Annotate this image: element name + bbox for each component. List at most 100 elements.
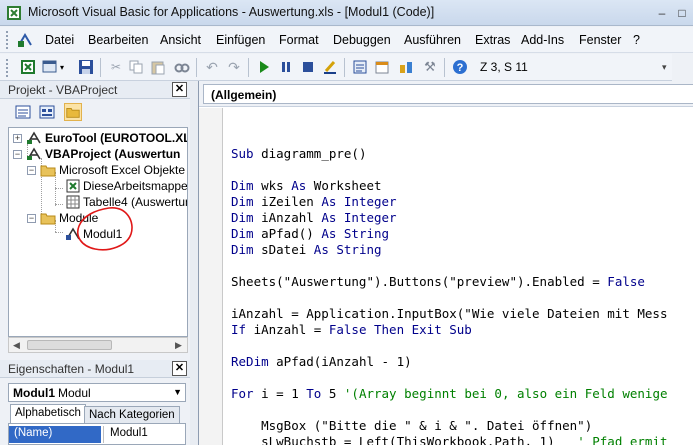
property-value[interactable]: Modul1 [103, 426, 154, 443]
standard-toolbar: ▾ ✂ ↶ ↷ ⚒ ? Z 3, S 11 [0, 54, 672, 81]
collapse-icon[interactable]: − [27, 214, 36, 223]
code-token: Sheets("Auswertung").Buttons("preview").… [231, 274, 608, 289]
code-line[interactable]: Dim aPfad() As String [231, 226, 389, 242]
find-icon[interactable] [174, 59, 190, 75]
object-selector[interactable]: Modul1 Modul ▼ [8, 383, 186, 402]
tab-nach-kategorien[interactable]: Nach Kategorien [84, 406, 180, 423]
code-line[interactable]: Dim iAnzahl As Integer [231, 210, 397, 226]
code-token: aPfad() [261, 226, 322, 241]
code-line[interactable]: For i = 1 To 5 '(Array beginnt bei 0, al… [231, 386, 668, 402]
code-editor[interactable]: Sub diagramm_pre() Dim wks As Worksheet Di… [231, 108, 693, 445]
menu-extras[interactable]: Extras [475, 33, 510, 47]
menu-einfuegen[interactable]: Einfügen [216, 33, 265, 47]
tree-node-eurotool[interactable]: EuroTool (EUROTOOL.XL [45, 130, 187, 146]
code-token: For [231, 386, 262, 401]
run-icon[interactable] [256, 59, 272, 75]
code-line[interactable]: Dim sDatei As String [231, 242, 382, 258]
tree-node-diesearbeitsmappe[interactable]: DieseArbeitsmappe [83, 178, 187, 194]
code-token: sLwBuchstb = Left(ThisWorkbook.Path, 1) [231, 434, 578, 445]
insert-dropdown-icon[interactable]: ▾ [58, 59, 66, 75]
code-token: Dim [231, 194, 262, 209]
menu-fenster[interactable]: Fenster [579, 33, 621, 47]
code-token: 5 [328, 386, 344, 401]
vba-project-icon [27, 131, 41, 144]
code-line[interactable]: Sub diagramm_pre() [231, 146, 366, 162]
close-icon[interactable]: ✕ [172, 361, 187, 376]
pause-icon[interactable] [278, 59, 294, 75]
copy-icon[interactable] [128, 59, 144, 75]
collapse-icon[interactable]: − [27, 166, 36, 175]
toolbox-icon[interactable]: ⚒ [422, 59, 438, 75]
tree-node-vbaproject[interactable]: VBAProject (Auswertun [45, 146, 180, 162]
view-code-icon[interactable] [14, 103, 32, 121]
code-token: sDatei [261, 242, 314, 257]
save-icon[interactable] [78, 59, 94, 75]
red-circle-annotation [77, 207, 133, 251]
project-tree-hscroll[interactable]: ◀ ▶ [8, 337, 188, 353]
code-token: iAnzahl [261, 210, 322, 225]
code-line[interactable]: Dim wks As Worksheet [231, 178, 382, 194]
help-icon[interactable]: ? [452, 59, 468, 75]
close-icon[interactable]: ✕ [172, 82, 187, 97]
chevron-down-icon[interactable]: ▼ [173, 387, 182, 397]
code-token: wks [261, 178, 292, 193]
code-token: MsgBox ("Bitte die " & i & ". Datei öffn… [231, 418, 593, 433]
code-window-icon[interactable] [16, 31, 34, 49]
object-browser-icon[interactable] [398, 59, 414, 75]
undo-icon[interactable]: ↶ [204, 59, 220, 75]
code-window: (Allgemein) Sub diagramm_pre() Dim wks As… [198, 81, 693, 445]
object-name: Modul1 [13, 386, 55, 400]
menu-bearbeiten[interactable]: Bearbeiten [88, 33, 148, 47]
tree-line [55, 204, 63, 205]
code-token: If [231, 322, 254, 337]
insert-module-icon[interactable] [42, 59, 58, 75]
toggle-folders-icon[interactable] [64, 103, 82, 121]
code-line[interactable]: ReDim aPfad(iAnzahl - 1) [231, 354, 412, 370]
project-explorer-header: Projekt - VBAProject ✕ [0, 81, 190, 99]
code-token: Dim [231, 178, 262, 193]
scroll-right-icon[interactable]: ▶ [175, 340, 182, 351]
scroll-left-icon[interactable]: ◀ [13, 340, 20, 351]
paste-icon[interactable] [150, 59, 166, 75]
code-line[interactable]: Sheets("Auswertung").Buttons("preview").… [231, 274, 645, 290]
code-line[interactable]: If iAnzahl = False Then Exit Sub [231, 322, 472, 338]
minimize-icon[interactable]: – [652, 3, 672, 23]
code-line[interactable]: sLwBuchstb = Left(ThisWorkbook.Path, 1) … [231, 434, 667, 445]
design-mode-icon[interactable] [322, 59, 338, 75]
properties-header: Eigenschaften - Modul1 ✕ [0, 360, 190, 378]
tree-line [55, 232, 63, 233]
object-dropdown[interactable]: (Allgemein) [203, 84, 693, 104]
cut-icon[interactable]: ✂ [108, 59, 124, 75]
menu-format[interactable]: Format [279, 33, 319, 47]
menu-help[interactable]: ? [633, 33, 640, 47]
redo-icon[interactable]: ↷ [226, 59, 242, 75]
code-line[interactable]: Dim iZeilen As Integer [231, 194, 397, 210]
view-object-icon[interactable] [38, 103, 56, 121]
vba-app-icon [7, 6, 21, 20]
panel-splitter[interactable] [190, 81, 198, 445]
properties-window-icon[interactable] [374, 59, 390, 75]
code-line[interactable]: iAnzahl = Application.InputBox("Wie viel… [231, 306, 668, 322]
toolbar-options-chevron-icon[interactable]: ▾ [662, 62, 667, 73]
code-margin[interactable] [199, 108, 223, 445]
tree-node-excel-objects[interactable]: Microsoft Excel Objekte [59, 162, 185, 178]
stop-icon[interactable] [300, 59, 316, 75]
maximize-icon[interactable]: □ [672, 3, 692, 23]
property-name[interactable]: (Name) [9, 426, 101, 443]
menu-ausfuehren[interactable]: Ausführen [404, 33, 461, 47]
scroll-thumb[interactable] [27, 340, 112, 350]
collapse-icon[interactable]: − [13, 150, 22, 159]
menu-ansicht[interactable]: Ansicht [160, 33, 201, 47]
project-explorer-icon[interactable] [352, 59, 368, 75]
tab-alphabetisch[interactable]: Alphabetisch [10, 404, 86, 423]
menu-datei[interactable]: Datei [45, 33, 74, 47]
toolbar-grip[interactable] [5, 58, 9, 77]
code-token: iAnzahl = Application.InputBox("Wie viel… [231, 306, 668, 321]
excel-view-icon[interactable] [20, 59, 36, 75]
expand-icon[interactable]: + [13, 134, 22, 143]
menubar-grip[interactable] [5, 30, 9, 49]
menu-debuggen[interactable]: Debuggen [333, 33, 391, 47]
project-explorer-toolbar [0, 100, 190, 124]
menu-add-ins[interactable]: Add-Ins [521, 33, 564, 47]
code-line[interactable]: MsgBox ("Bitte die " & i & ". Datei öffn… [231, 418, 592, 434]
